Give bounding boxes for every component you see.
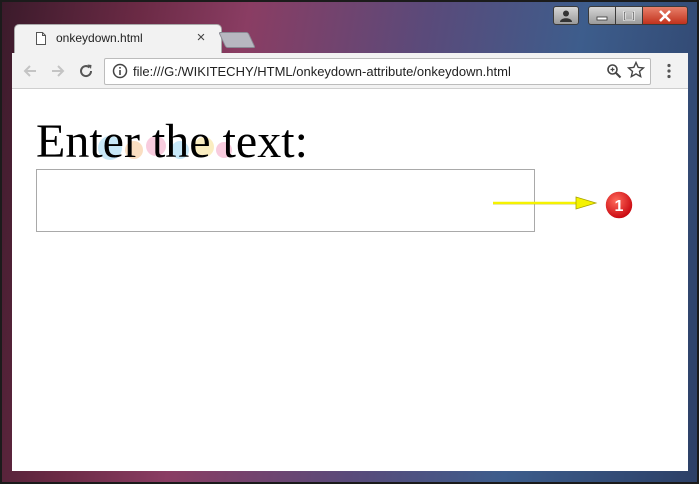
badge-number: 1 [615,198,624,215]
text-input[interactable] [36,169,535,232]
forward-arrow-icon [52,65,65,77]
menu-dots-icon[interactable] [664,63,674,79]
info-icon[interactable] [112,63,128,79]
minimize-icon [596,16,608,20]
zoom-icon[interactable] [606,63,622,79]
minimize-button[interactable] [588,6,616,25]
back-arrow-icon [23,65,36,77]
step-number-badge: 1 [604,190,634,220]
back-button[interactable] [21,62,39,80]
document-icon [36,32,46,45]
user-icon[interactable] [553,6,579,25]
forward-button[interactable] [49,62,67,80]
reload-button[interactable] [77,62,95,80]
close-button[interactable] [642,6,688,25]
annotation-arrow [493,196,598,210]
new-tab-button[interactable] [218,32,256,48]
reload-icon [80,64,93,78]
url-text[interactable]: file:///G:/WIKITECHY/HTML/onkeydown-attr… [133,64,511,79]
bookmark-star-icon[interactable] [627,61,645,79]
maximize-button[interactable] [615,6,643,25]
tab-title: onkeydown.html [56,31,143,45]
prompt-label: Enter the text: [36,115,308,168]
close-icon [659,9,671,22]
tab-close-icon[interactable]: × [194,29,208,47]
maximize-icon [623,10,635,21]
